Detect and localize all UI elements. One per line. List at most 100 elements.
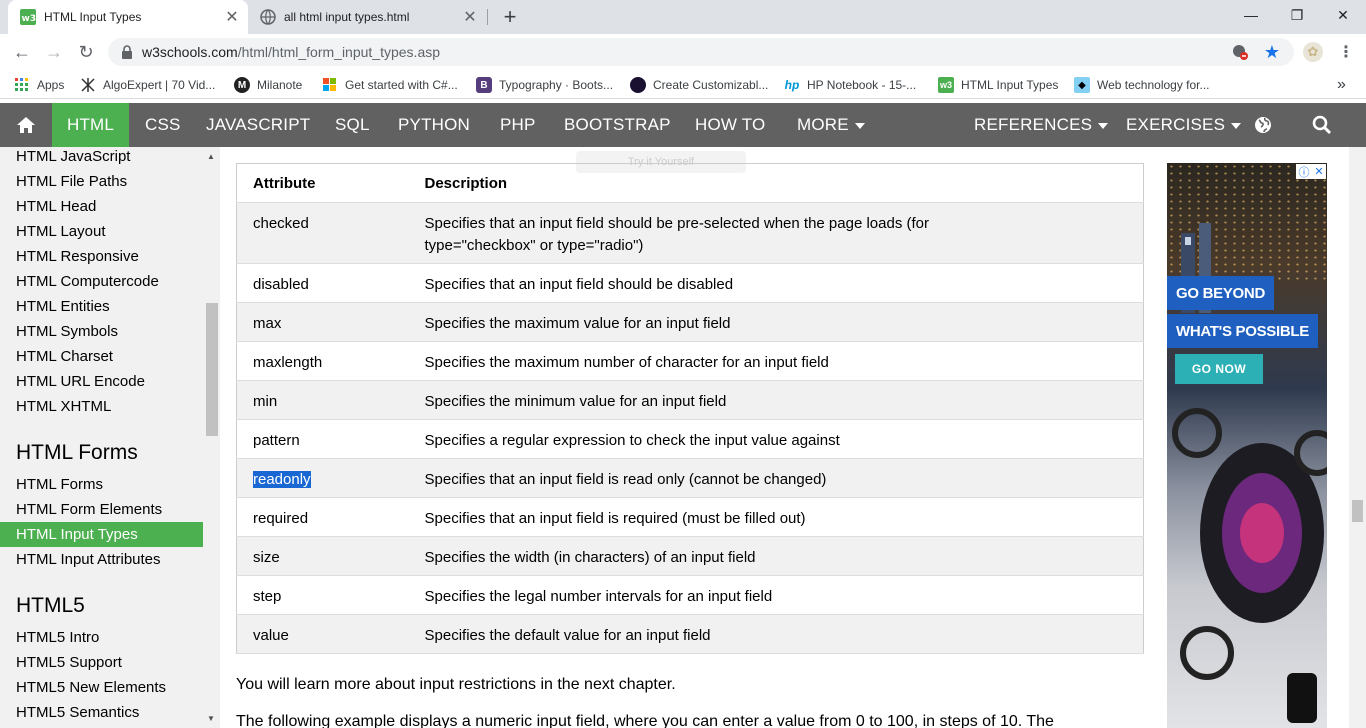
nav-how-to[interactable]: HOW TO xyxy=(680,103,780,147)
reload-icon[interactable]: ↻ xyxy=(72,38,100,66)
sidebar-scrollbar[interactable] xyxy=(203,147,220,728)
bookmark-star-icon[interactable]: ★ xyxy=(1263,42,1281,62)
nav-exercises[interactable]: EXERCISES xyxy=(1111,103,1256,147)
nav-html[interactable]: HTML xyxy=(52,103,130,147)
cookie-blocked-icon[interactable] xyxy=(1231,43,1249,61)
nav-sql[interactable]: SQL xyxy=(320,103,385,147)
bookmark-create[interactable]: Create Customizabl... xyxy=(630,71,768,99)
close-window-icon[interactable]: ✕ xyxy=(1320,0,1366,30)
ad-choices-icon[interactable]: ⓘ ✕ xyxy=(1296,164,1326,179)
page-scrollbar-thumb[interactable] xyxy=(1352,500,1363,522)
attribute-cell: checked xyxy=(236,202,409,264)
bookmarks-overflow-button[interactable]: » xyxy=(1337,71,1346,99)
description-cell: Specifies the legal number intervals for… xyxy=(408,575,1144,615)
sidebar-item-html5-intro[interactable]: HTML5 Intro xyxy=(0,625,203,650)
description-cell: Specifies the maximum value for an input… xyxy=(408,302,1144,342)
table-row: checked Specifies that an input field sh… xyxy=(236,202,1144,264)
back-arrow-icon[interactable]: ← xyxy=(8,38,36,66)
scroll-up-arrow-icon[interactable]: ▲ xyxy=(207,152,215,161)
nav-references-label: REFERENCES xyxy=(974,115,1093,134)
sidebar-heading-html-forms: HTML Forms xyxy=(16,441,138,464)
home-icon[interactable] xyxy=(0,103,52,147)
attribute-cell: required xyxy=(236,497,409,537)
table-row: required Specifies that an input field i… xyxy=(236,497,1144,537)
nav-references[interactable]: REFERENCES xyxy=(959,103,1123,147)
attribute-cell: min xyxy=(236,380,409,420)
sidebar-item-html-javascript[interactable]: HTML JavaScript xyxy=(0,147,203,169)
description-line: Specifies that an input field should be … xyxy=(424,215,930,232)
close-tab-icon[interactable]: ✕ xyxy=(460,7,480,27)
table-row: value Specifies the default value for an… xyxy=(236,614,1144,654)
attribute-cell: readonly xyxy=(236,458,409,498)
selected-text-readonly[interactable]: readonly xyxy=(253,471,311,488)
minimize-window-icon[interactable]: — xyxy=(1228,0,1274,30)
sidebar-item-html5-support[interactable]: HTML5 Support xyxy=(0,650,203,675)
menu-kebab-icon[interactable]: ⋮ xyxy=(1337,43,1355,61)
tab-title: all html input types.html xyxy=(284,10,410,24)
sidebar-item-html-forms[interactable]: HTML Forms xyxy=(0,472,203,497)
profile-avatar[interactable]: ✿ xyxy=(1303,42,1323,62)
sidebar-item-html-url-encode[interactable]: HTML URL Encode xyxy=(0,369,203,394)
bookmark-mdn[interactable]: ◆ Web technology for... xyxy=(1074,71,1210,99)
sidebar-item-html-head[interactable]: HTML Head xyxy=(0,194,203,219)
search-icon[interactable] xyxy=(1304,103,1340,147)
nav-python[interactable]: PYTHON xyxy=(383,103,485,147)
column-header-attribute: Attribute xyxy=(236,163,409,203)
sidebar-item-html-input-attributes[interactable]: HTML Input Attributes xyxy=(0,547,203,572)
nav-css[interactable]: CSS xyxy=(130,103,196,147)
description-cell: Specifies the default value for an input… xyxy=(408,614,1144,654)
svg-text:w3: w3 xyxy=(22,14,37,24)
browser-tab-strip: w3 HTML Input Types ✕ all html input typ… xyxy=(0,0,1366,34)
sidebar-scrollbar-thumb[interactable] xyxy=(206,303,218,436)
forward-arrow-icon[interactable]: → xyxy=(40,38,68,66)
sidebar-item-html-symbols[interactable]: HTML Symbols xyxy=(0,319,203,344)
bookmark-csharp[interactable]: Get started with C#... xyxy=(322,71,458,99)
new-tab-button[interactable]: + xyxy=(498,4,522,29)
w3schools-favicon: w3 xyxy=(938,77,954,93)
sidebar-item-html5-new-elements[interactable]: HTML5 New Elements xyxy=(0,675,203,700)
description-cell: Specifies the maximum number of characte… xyxy=(408,341,1144,381)
maximize-window-icon[interactable]: ❐ xyxy=(1274,0,1320,30)
attribute-cell: step xyxy=(236,575,409,615)
lock-icon xyxy=(122,45,132,59)
sidebar-item-html-file-paths[interactable]: HTML File Paths xyxy=(0,169,203,194)
globe-icon[interactable] xyxy=(1246,103,1280,147)
table-row: disabled Specifies that an input field s… xyxy=(236,263,1144,303)
bookmark-label: Typography · Boots... xyxy=(499,78,614,92)
sidebar-item-html5-semantics[interactable]: HTML5 Semantics xyxy=(0,700,203,725)
table-row: readonly Specifies that an input field i… xyxy=(236,458,1144,498)
sidebar-item-html-computercode[interactable]: HTML Computercode xyxy=(0,269,203,294)
nav-php[interactable]: PHP xyxy=(485,103,551,147)
sidebar-item-html-xhtml[interactable]: HTML XHTML xyxy=(0,394,203,419)
paragraph-input-restrictions: You will learn more about input restrict… xyxy=(236,676,676,693)
sidebar-item-html-layout[interactable]: HTML Layout xyxy=(0,219,203,244)
description-cell: Specifies that an input field should be … xyxy=(408,263,1144,303)
bookmark-apps[interactable]: Apps xyxy=(14,71,64,99)
ad-go-now-button[interactable]: GO NOW xyxy=(1175,354,1263,384)
advertisement-banner[interactable]: GO BEYOND WHAT'S POSSIBLE GO NOW xyxy=(1167,163,1327,728)
bookmark-milanote[interactable]: M Milanote xyxy=(234,71,302,99)
sidebar-item-html-charset[interactable]: HTML Charset xyxy=(0,344,203,369)
bookmark-bootstrap[interactable]: B Typography · Boots... xyxy=(476,71,613,99)
sidebar-item-html-entities[interactable]: HTML Entities xyxy=(0,294,203,319)
tab-all-html-input-types[interactable]: all html input types.html ✕ xyxy=(250,0,486,34)
sidebar-heading-html5: HTML5 xyxy=(16,594,85,617)
table-row: max Specifies the maximum value for an i… xyxy=(236,302,1144,342)
sidebar-item-html-input-types[interactable]: HTML Input Types xyxy=(0,522,203,547)
tab-html-input-types[interactable]: w3 HTML Input Types ✕ xyxy=(8,0,248,34)
address-bar[interactable]: w3schools.com/html/html_form_input_types… xyxy=(108,38,1294,66)
nav-bootstrap[interactable]: BOOTSTRAP xyxy=(549,103,686,147)
attribute-cell: disabled xyxy=(236,263,409,303)
scroll-down-arrow-icon[interactable]: ▼ xyxy=(207,714,215,723)
page-scrollbar[interactable] xyxy=(1349,147,1366,728)
sidebar-item-html-form-elements[interactable]: HTML Form Elements xyxy=(0,497,203,522)
bookmark-algoexpert[interactable]: AlgoExpert | 70 Vid... xyxy=(80,71,215,99)
nav-exercises-label: EXERCISES xyxy=(1126,115,1226,134)
nav-javascript[interactable]: JAVASCRIPT xyxy=(191,103,325,147)
sidebar-item-html-responsive[interactable]: HTML Responsive xyxy=(0,244,203,269)
nav-more[interactable]: MORE xyxy=(782,103,880,147)
bookmark-hp[interactable]: hp HP Notebook - 15-... xyxy=(784,71,917,99)
bookmark-html-input-types[interactable]: w3 HTML Input Types xyxy=(938,71,1058,99)
close-icon[interactable]: ✕ xyxy=(1314,165,1323,178)
close-tab-icon[interactable]: ✕ xyxy=(222,7,242,27)
